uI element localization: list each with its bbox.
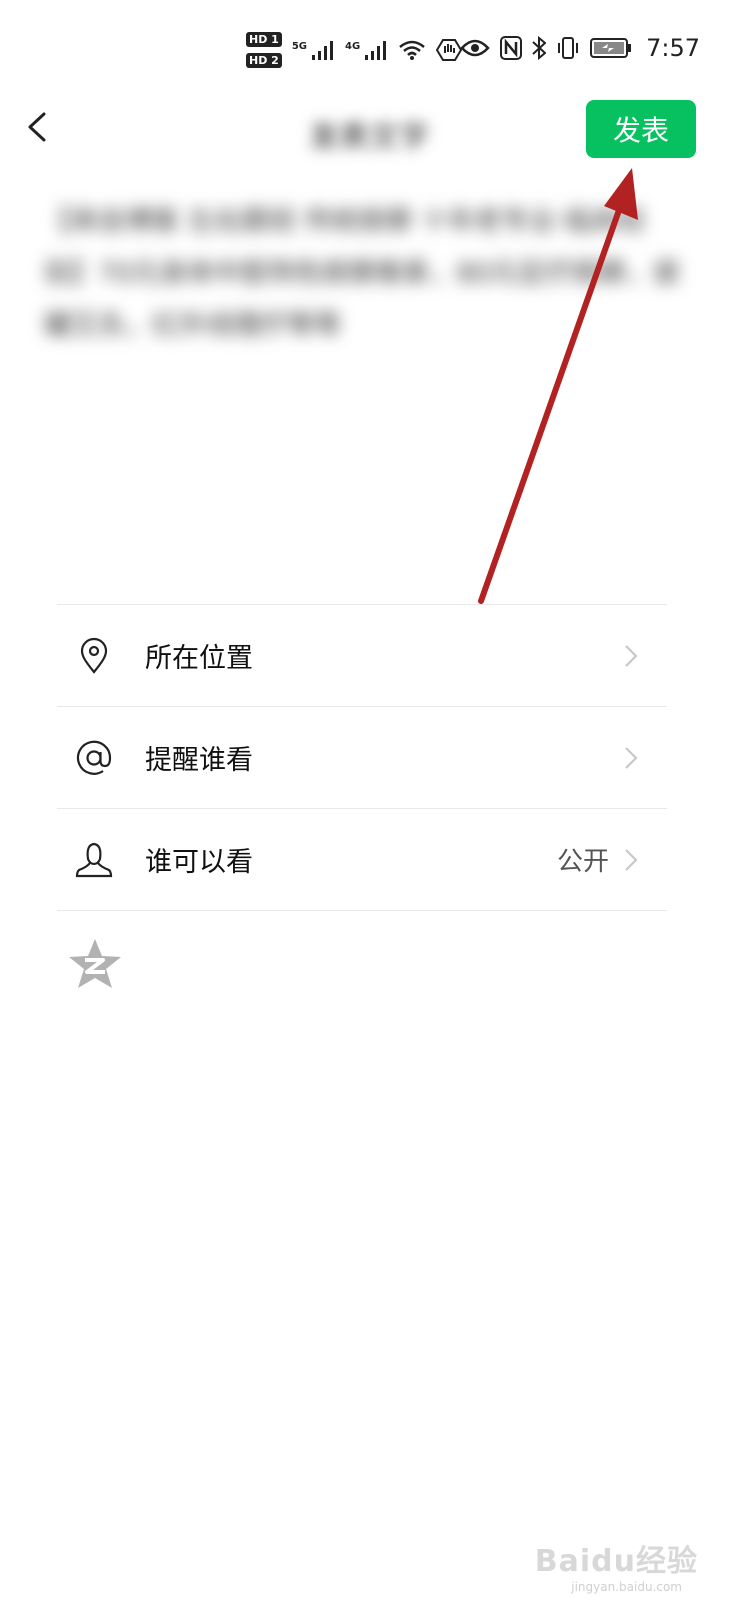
network-indicators: HD 1 HD 2 5G 4G — [246, 32, 463, 68]
post-options-list: 所在位置 提醒谁看 谁可以看 公开 — [57, 604, 667, 911]
clock: 7:57 — [646, 34, 700, 62]
status-bar: HD 1 HD 2 5G 4G 7:57 — [0, 0, 738, 90]
mention-row[interactable]: 提醒谁看 — [57, 706, 667, 808]
location-pin-icon — [80, 637, 108, 674]
visibility-value: 公开 — [556, 847, 609, 877]
location-label: 所在位置 — [145, 643, 253, 674]
system-indicators: 7:57 — [460, 34, 700, 62]
network-4g-label: 4G — [345, 40, 361, 52]
network-5g-label: 5G — [291, 40, 307, 52]
post-text-area[interactable]: 【来自博客 左右跟班 传统按摩 十年老专业·临床经验】70元身体中医特色按摩推拿… — [44, 196, 684, 352]
mention-label: 提醒谁看 — [145, 745, 253, 776]
battery-icon — [590, 38, 632, 58]
wifi-icon — [399, 40, 425, 60]
signal-bars-icon — [365, 41, 387, 60]
visibility-row[interactable]: 谁可以看 公开 — [57, 808, 667, 911]
bluetooth-icon — [532, 36, 547, 60]
hand-stop-icon — [436, 39, 463, 61]
at-sign-icon — [76, 740, 112, 775]
publish-button[interactable]: 发表 — [586, 100, 696, 158]
sim1-hd-badge: HD 1 — [246, 32, 282, 47]
baidu-watermark-url: jingyan.baidu.com — [571, 1580, 682, 1594]
visibility-label: 谁可以看 — [145, 847, 253, 878]
chevron-right-icon — [625, 849, 638, 871]
nfc-icon — [500, 36, 523, 60]
baidu-watermark: Baidu经验 — [534, 1544, 698, 1579]
vibrate-icon — [558, 37, 579, 59]
eye-icon — [460, 39, 490, 57]
qzone-star-icon[interactable] — [68, 938, 122, 990]
person-icon — [75, 842, 113, 878]
chevron-right-icon — [625, 645, 638, 667]
chevron-right-icon — [625, 747, 638, 769]
sim2-hd-badge: HD 2 — [246, 53, 282, 68]
location-row[interactable]: 所在位置 — [57, 604, 667, 706]
signal-bars-icon — [312, 41, 333, 60]
